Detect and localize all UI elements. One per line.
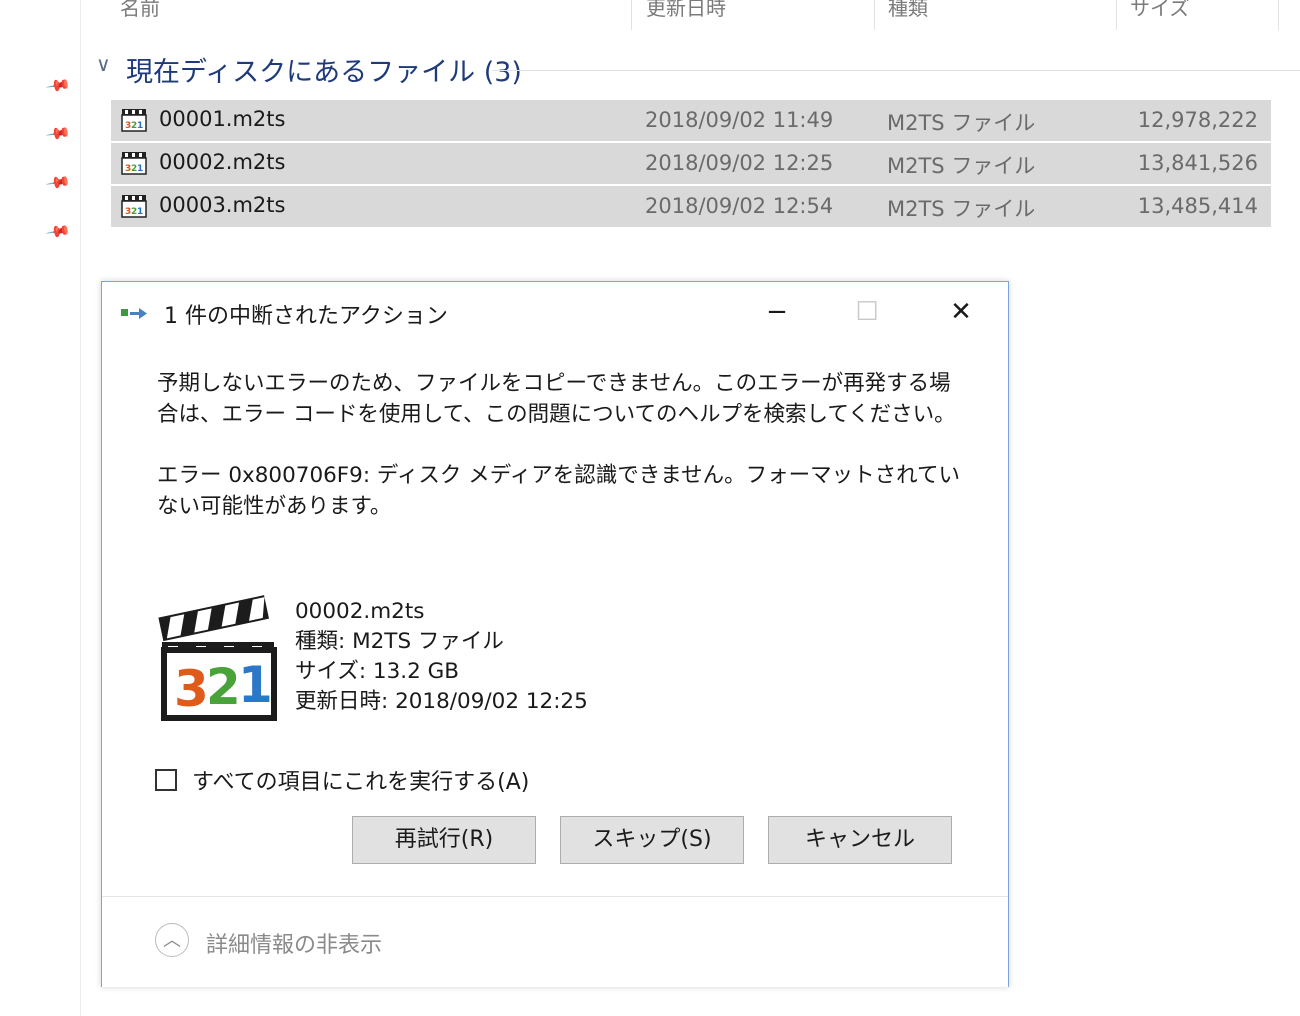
column-divider[interactable] (631, 0, 632, 30)
details-toggle[interactable]: 詳細情報の非表示 (206, 927, 382, 959)
file-row[interactable]: 3 2 1 00001.m2ts 2018/09/02 11:49 M2TS フ… (111, 100, 1271, 141)
file-date: 2018/09/02 12:54 (645, 194, 834, 218)
error-code-message: エラー 0x800706F9: ディスク メディアを認識できません。フォーマット… (157, 463, 960, 519)
close-button[interactable]: ✕ (938, 292, 984, 332)
file-name: 00003.m2ts (159, 193, 286, 217)
retry-button[interactable]: 再試行(R) (352, 816, 536, 864)
pin-icon[interactable]: 📌 (44, 218, 72, 246)
svg-text:1: 1 (137, 164, 143, 174)
conflict-file-modified: 更新日時: 2018/09/02 12:25 (295, 689, 588, 714)
cancel-button[interactable]: キャンセル (768, 816, 952, 864)
svg-text:1: 1 (137, 207, 143, 217)
skip-button[interactable]: スキップ(S) (560, 816, 744, 864)
maximize-button[interactable]: ☐ (844, 292, 890, 332)
group-divider (492, 70, 1300, 71)
group-title: 現在ディスクにあるファイル (3) (126, 57, 522, 88)
interrupted-action-dialog: 1 件の中断されたアクション − ☐ ✕ 予期しないエラーのため、ファイルをコピ… (101, 281, 1009, 987)
svg-text:3: 3 (174, 660, 209, 718)
apply-to-all-label[interactable]: すべての項目にこれを実行する(A) (192, 764, 529, 796)
file-date: 2018/09/02 11:49 (645, 108, 834, 132)
chevron-up-icon[interactable]: ︿ (155, 923, 189, 957)
file-name: 00002.m2ts (159, 150, 286, 174)
svg-text:2: 2 (206, 658, 241, 716)
file-type: M2TS ファイル (887, 111, 1036, 135)
conflict-file-name: 00002.m2ts (295, 599, 425, 624)
file-type: M2TS ファイル (887, 197, 1036, 221)
pin-icon[interactable]: 📌 (44, 72, 72, 100)
column-size[interactable]: サイズ (1130, 0, 1189, 22)
file-size: 13,841,526 (1137, 151, 1258, 175)
column-divider[interactable] (874, 0, 875, 30)
conflict-file-type: 種類: M2TS ファイル (295, 629, 504, 654)
dialog-titlebar[interactable]: 1 件の中断されたアクション − ☐ ✕ (102, 282, 1008, 344)
column-header: 名前 更新日時 種類 サイズ (80, 0, 1300, 30)
navigation-pane: 📌 📌 📌 📌 (0, 0, 81, 1016)
svg-text:1: 1 (238, 656, 273, 714)
column-type[interactable]: 種類 (888, 0, 928, 22)
file-size: 13,485,414 (1137, 194, 1258, 218)
media-clapperboard-icon: 3 2 1 (121, 109, 147, 132)
file-name: 00001.m2ts (159, 107, 286, 131)
copy-transfer-icon (121, 308, 147, 319)
file-row[interactable]: 3 2 1 00003.m2ts 2018/09/02 12:54 M2TS フ… (111, 186, 1271, 227)
apply-to-all-checkbox[interactable] (155, 769, 177, 791)
file-size: 12,978,222 (1137, 108, 1258, 132)
minimize-button[interactable]: − (754, 292, 800, 332)
dialog-title: 1 件の中断されたアクション (164, 304, 448, 329)
column-divider[interactable] (1278, 0, 1279, 30)
file-date: 2018/09/02 12:25 (645, 151, 834, 175)
column-name[interactable]: 名前 (120, 0, 160, 22)
column-divider[interactable] (1116, 0, 1117, 30)
group-header[interactable]: ∨ 現在ディスクにあるファイル (3) (92, 46, 1300, 90)
error-description: 予期しないエラーのため、ファイルをコピーできません。このエラーが再発する場合は、… (157, 371, 956, 427)
pin-icon[interactable]: 📌 (44, 169, 72, 197)
conflict-file-size: サイズ: 13.2 GB (295, 659, 460, 684)
media-clapperboard-icon: 3 2 1 (121, 152, 147, 175)
column-modified[interactable]: 更新日時 (646, 0, 726, 22)
dialog-footer: ︿ 詳細情報の非表示 (102, 896, 1008, 987)
media-clapperboard-icon: 3 2 1 (121, 195, 147, 218)
svg-text:1: 1 (137, 121, 143, 131)
pin-icon[interactable]: 📌 (44, 120, 72, 148)
file-type: M2TS ファイル (887, 154, 1036, 178)
file-row[interactable]: 3 2 1 00002.m2ts 2018/09/02 12:25 M2TS フ… (111, 143, 1271, 184)
media-clapperboard-icon: 3 2 1 (158, 595, 277, 721)
chevron-down-icon[interactable]: ∨ (96, 52, 111, 76)
